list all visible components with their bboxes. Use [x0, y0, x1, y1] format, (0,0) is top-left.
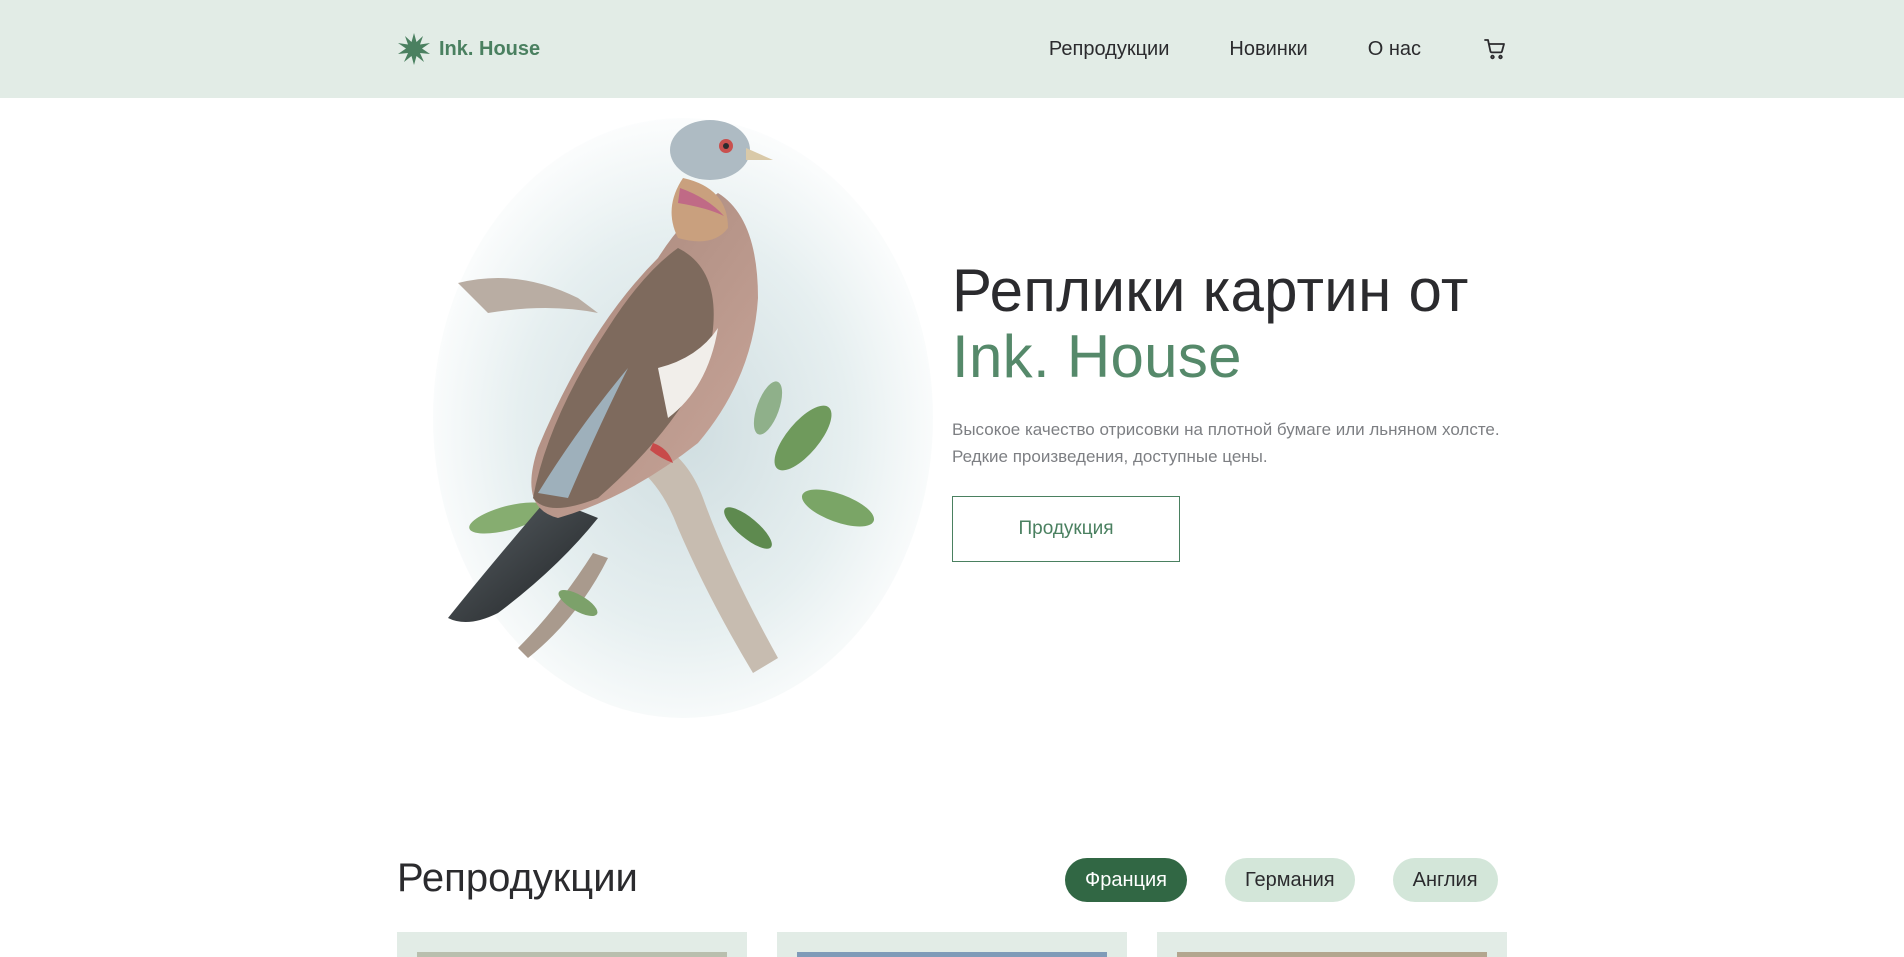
hero-description: Высокое качество отрисовки на плотной бу…: [952, 420, 1500, 466]
product-cards: [397, 932, 1507, 957]
products-button[interactable]: Продукция: [952, 496, 1180, 562]
nav-reproductions[interactable]: Репродукции: [1049, 38, 1169, 61]
hero-text: Реплики картин от Ink. House Высокое кач…: [952, 258, 1512, 562]
pigeon-illustration: [428, 98, 938, 720]
starburst-icon: [398, 33, 430, 65]
filter-france[interactable]: Франция: [1065, 858, 1187, 902]
filter-germany[interactable]: Германия: [1224, 858, 1355, 902]
product-image: [797, 952, 1107, 957]
product-card[interactable]: [1157, 932, 1507, 957]
logo-text: Ink. House: [439, 37, 541, 60]
product-card[interactable]: [397, 932, 747, 957]
nav-about[interactable]: О нас: [1368, 38, 1421, 61]
site-header: Ink. House Репродукции Новинки О нас: [0, 0, 1904, 98]
main-nav: Репродукции Новинки О нас: [1049, 37, 1507, 61]
product-image: [417, 952, 727, 957]
header-inner: Ink. House Репродукции Новинки О нас: [397, 0, 1507, 98]
product-image: [1177, 952, 1487, 957]
cart-icon[interactable]: [1483, 37, 1507, 61]
hero-title-accent: Ink. House: [952, 323, 1242, 390]
product-card[interactable]: [777, 932, 1127, 957]
hero-title: Реплики картин от Ink. House: [952, 258, 1512, 390]
country-filters: Франция Германия Англия: [1065, 858, 1498, 902]
reproductions-title: Репродукции: [397, 856, 638, 900]
nav-new[interactable]: Новинки: [1229, 38, 1307, 61]
logo-link[interactable]: Ink. House: [397, 32, 540, 66]
filter-england[interactable]: Англия: [1392, 858, 1498, 902]
hero-title-line1: Реплики картин от: [952, 257, 1469, 324]
